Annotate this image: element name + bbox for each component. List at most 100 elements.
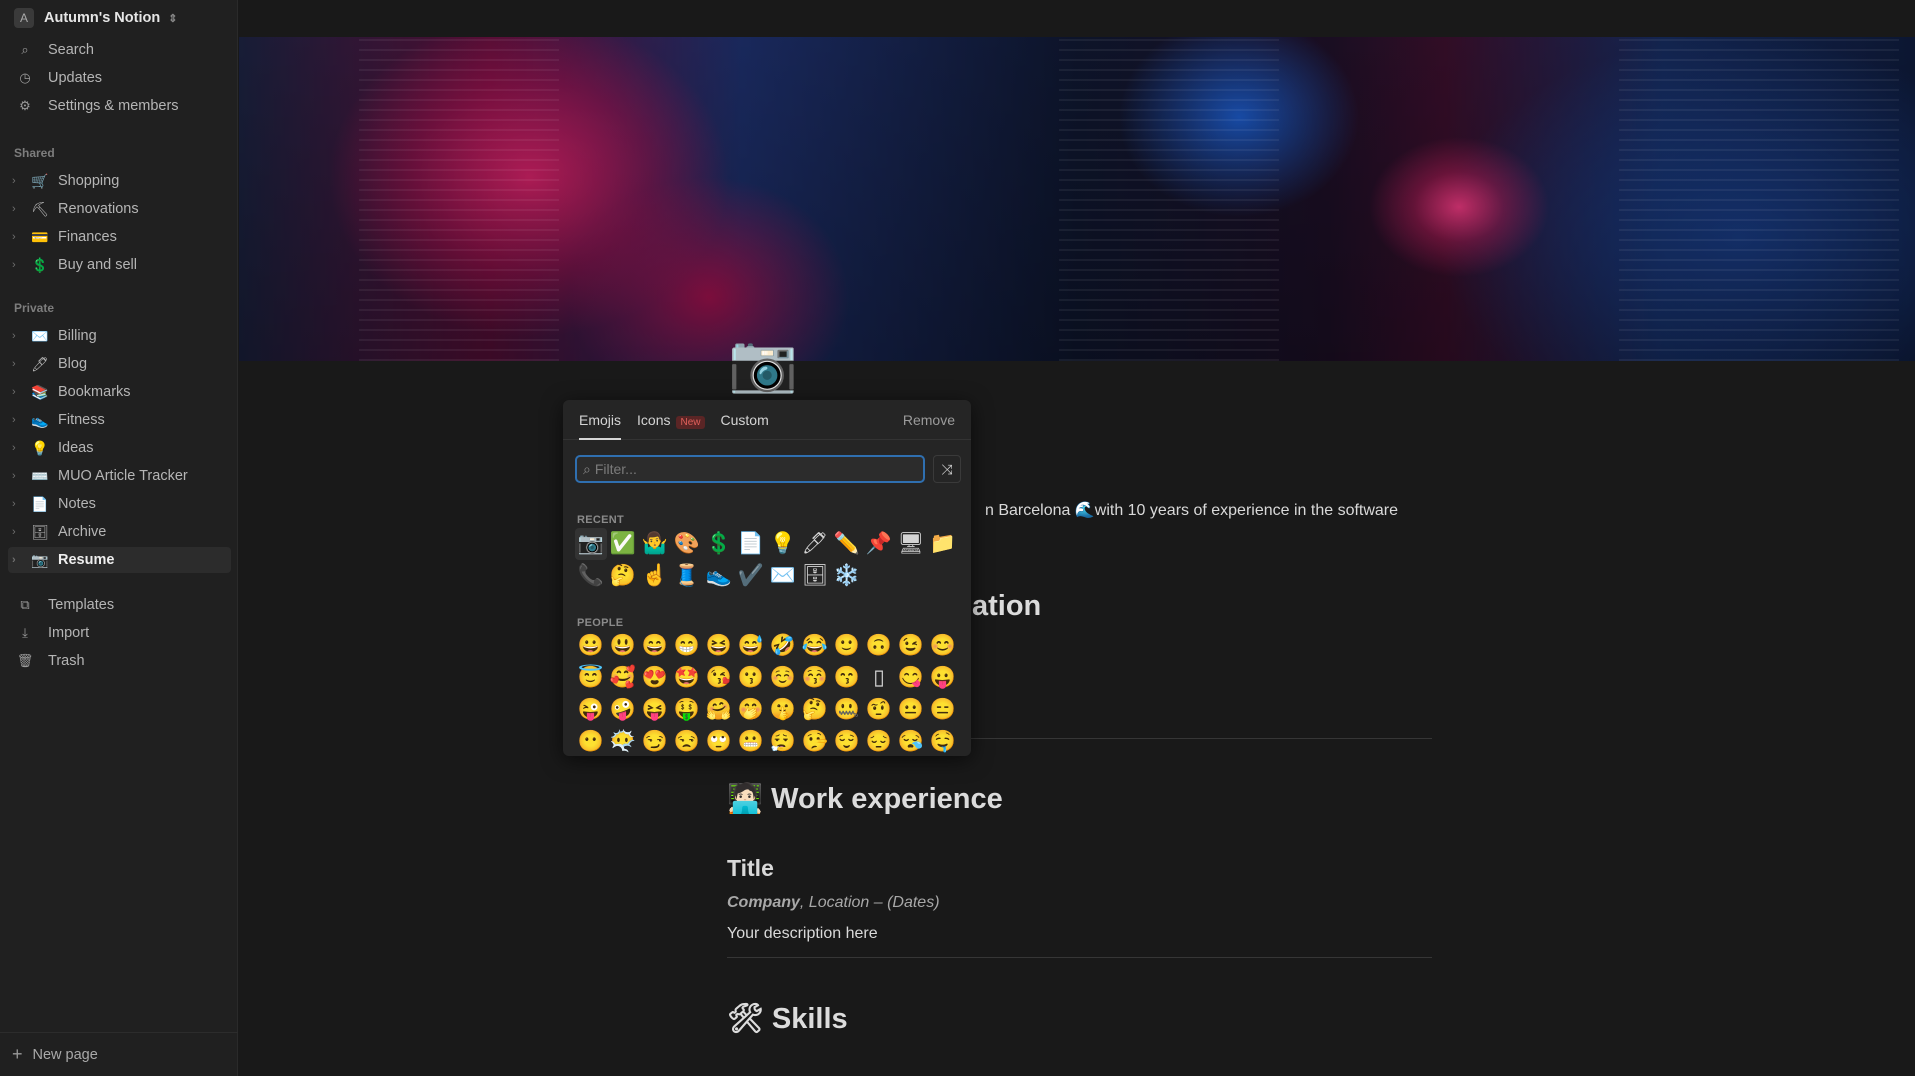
emoji-option[interactable]: ✉️	[767, 560, 799, 592]
emoji-option[interactable]: 😆	[703, 630, 735, 662]
emoji-option[interactable]: 🖥	[895, 528, 927, 560]
page-icon-camera[interactable]: 📷	[728, 332, 798, 394]
emoji-option[interactable]: 😃	[607, 630, 639, 662]
emoji-option[interactable]: 😪	[895, 726, 927, 756]
emoji-option[interactable]: 😑	[927, 694, 959, 726]
sidebar-item-shopping[interactable]: › 🛒 Shopping	[8, 168, 231, 194]
sidebar-item-ideas[interactable]: › 💡 Ideas	[8, 435, 231, 461]
chevron-right-icon[interactable]: ›	[12, 526, 24, 538]
emoji-option[interactable]: 😇	[575, 662, 607, 694]
emoji-option[interactable]: 🤥	[799, 726, 831, 756]
sidebar-item-fitness[interactable]: › 👟 Fitness	[8, 407, 231, 433]
sidebar-item-import[interactable]: ⤓ Import	[8, 620, 231, 646]
sidebar-item-muo-article-tracker[interactable]: › ⌨️ MUO Article Tracker	[8, 463, 231, 489]
chevron-right-icon[interactable]: ›	[12, 470, 24, 482]
emoji-option[interactable]: 🤗	[703, 694, 735, 726]
chevron-right-icon[interactable]: ›	[12, 231, 24, 243]
emoji-option[interactable]: 😊	[927, 630, 959, 662]
chevron-right-icon[interactable]: ›	[12, 414, 24, 426]
chevron-right-icon[interactable]: ›	[12, 442, 24, 454]
skills-heading[interactable]: 🛠 Skills	[727, 1002, 848, 1036]
sidebar-item-resume[interactable]: › 📷 Resume	[8, 547, 231, 573]
emoji-option[interactable]: 🤫	[767, 694, 799, 726]
emoji-option[interactable]: ❄️	[831, 560, 863, 592]
sidebar-item-search[interactable]: ⌕ Search	[8, 37, 231, 63]
emoji-option[interactable]: 😀	[575, 630, 607, 662]
chevron-right-icon[interactable]: ›	[12, 330, 24, 342]
sidebar-item-settings-members[interactable]: ⚙ Settings & members	[8, 93, 231, 119]
emoji-option[interactable]: 😋	[895, 662, 927, 694]
emoji-option[interactable]: 🤨	[863, 694, 895, 726]
emoji-option[interactable]: 🤐	[831, 694, 863, 726]
emoji-option[interactable]: 🗄	[799, 560, 831, 592]
sidebar-item-renovations[interactable]: › ⛏ Renovations	[8, 196, 231, 222]
emoji-option[interactable]: 😅	[735, 630, 767, 662]
sidebar-item-trash[interactable]: 🗑 Trash	[8, 648, 231, 674]
page-cover-image[interactable]	[239, 37, 1915, 361]
emoji-option[interactable]: 🤑	[671, 694, 703, 726]
emoji-option[interactable]: 😏	[639, 726, 671, 756]
intro-text[interactable]: n Barcelona 🌊with 10 years of experience…	[985, 500, 1398, 520]
emoji-option[interactable]: 😛	[927, 662, 959, 694]
emoji-option[interactable]: 😶	[575, 726, 607, 756]
emoji-option[interactable]: 🤔	[799, 694, 831, 726]
emoji-option[interactable]: 🧵	[671, 560, 703, 592]
remove-button[interactable]: Remove	[903, 400, 955, 440]
emoji-option[interactable]: 😂	[799, 630, 831, 662]
emoji-option[interactable]: 🤤	[927, 726, 959, 756]
chevron-right-icon[interactable]: ›	[12, 175, 24, 187]
education-heading[interactable]: ation	[972, 590, 1041, 623]
emoji-option[interactable]: 📌	[863, 528, 895, 560]
sidebar-item-finances[interactable]: › 💳 Finances	[8, 224, 231, 250]
emoji-option[interactable]: 😌	[831, 726, 863, 756]
emoji-option[interactable]: 👟	[703, 560, 735, 592]
chevron-right-icon[interactable]: ›	[12, 386, 24, 398]
company-line[interactable]: Company, Location – (Dates)	[727, 894, 940, 912]
emoji-option[interactable]: 🙃	[863, 630, 895, 662]
emoji-option[interactable]: 💡	[767, 528, 799, 560]
chevron-right-icon[interactable]: ›	[12, 554, 24, 566]
emoji-option[interactable]: 🤷‍♂️	[639, 528, 671, 560]
emoji-option[interactable]: 🤪	[607, 694, 639, 726]
emoji-option[interactable]: 😙	[831, 662, 863, 694]
chevron-right-icon[interactable]: ›	[12, 259, 24, 271]
chevron-right-icon[interactable]: ›	[12, 358, 24, 370]
emoji-option[interactable]: 😶‍🌫️	[607, 726, 639, 756]
job-title[interactable]: Title	[727, 855, 774, 882]
emoji-option[interactable]: 😜	[575, 694, 607, 726]
emoji-option[interactable]: 🤭	[735, 694, 767, 726]
emoji-option[interactable]: 😄	[639, 630, 671, 662]
tab-custom[interactable]: Custom	[721, 400, 769, 440]
sidebar-item-buy-and-sell[interactable]: › 💲 Buy and sell	[8, 252, 231, 278]
sidebar-item-updates[interactable]: ◷ Updates	[8, 65, 231, 91]
emoji-option[interactable]: ✅	[607, 528, 639, 560]
emoji-option[interactable]: 😔	[863, 726, 895, 756]
chevron-right-icon[interactable]: ›	[12, 203, 24, 215]
emoji-option[interactable]: 😚	[799, 662, 831, 694]
emoji-option[interactable]: 🥰	[607, 662, 639, 694]
emoji-option[interactable]: 😬	[735, 726, 767, 756]
emoji-option[interactable]: ✔️	[735, 560, 767, 592]
filter-input[interactable]	[594, 461, 895, 477]
sidebar-item-templates[interactable]: ⧉ Templates	[8, 592, 231, 618]
emoji-option[interactable]: 😝	[639, 694, 671, 726]
sidebar-item-archive[interactable]: › 🗄 Archive	[8, 519, 231, 545]
emoji-option[interactable]: 🤣	[767, 630, 799, 662]
emoji-option[interactable]: 😮‍💨	[767, 726, 799, 756]
new-page-button[interactable]: + New page	[0, 1032, 238, 1076]
workspace-switcher[interactable]: A Autumn's Notion ⇕	[14, 6, 177, 30]
chevron-right-icon[interactable]: ›	[12, 498, 24, 510]
sidebar-item-billing[interactable]: › ✉️ Billing	[8, 323, 231, 349]
emoji-option[interactable]: 🖊	[799, 528, 831, 560]
emoji-option[interactable]: 😗	[735, 662, 767, 694]
emoji-option[interactable]: 📄	[735, 528, 767, 560]
sidebar-item-blog[interactable]: › 🖊 Blog	[8, 351, 231, 377]
emoji-option[interactable]: 😉	[895, 630, 927, 662]
random-emoji-button[interactable]: ⤨	[933, 455, 961, 483]
emoji-option[interactable]: 🙂	[831, 630, 863, 662]
emoji-option[interactable]: 🎨	[671, 528, 703, 560]
emoji-option[interactable]: 📁	[927, 528, 959, 560]
emoji-option[interactable]: 🤩	[671, 662, 703, 694]
emoji-option[interactable]: 📞	[575, 560, 607, 592]
emoji-option[interactable]: ☺️	[767, 662, 799, 694]
